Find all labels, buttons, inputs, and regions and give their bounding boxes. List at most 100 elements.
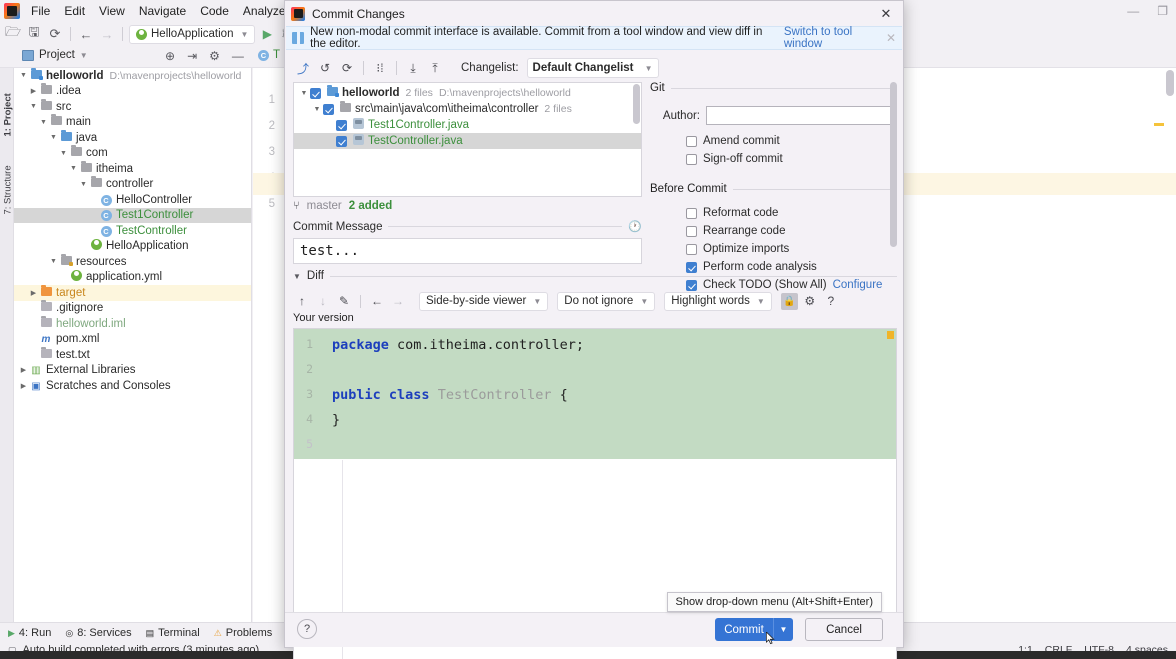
maximize-icon[interactable]: ❐: [1157, 4, 1168, 18]
tree-item-test1controller[interactable]: ▸CTest1Controller: [14, 207, 251, 223]
tree-item-com[interactable]: ▼ com: [14, 145, 251, 162]
commit-button[interactable]: Commit: [715, 618, 773, 641]
changed-file-row[interactable]: Test1Controller.java: [294, 117, 641, 133]
optimize-imports-row[interactable]: Optimize imports: [686, 243, 897, 255]
settings-gear-icon[interactable]: ⚙: [209, 49, 220, 63]
commit-split-button[interactable]: Commit ▼: [715, 618, 793, 641]
forward-arrow-icon[interactable]: →: [98, 25, 116, 43]
project-toolwindow-title[interactable]: Project ▼: [22, 49, 88, 61]
tree-item-resources[interactable]: ▼ resources: [14, 253, 251, 270]
lock-icon[interactable]: 🔒: [780, 292, 798, 310]
file-checkbox[interactable]: [323, 103, 334, 115]
tree-expander-icon[interactable]: ▼: [48, 134, 59, 141]
back-arrow-icon[interactable]: ←: [77, 25, 95, 43]
reformat-code-row[interactable]: Reformat code: [686, 207, 897, 219]
switch-to-tool-window-link[interactable]: Switch to tool window: [784, 26, 886, 50]
vtab-project[interactable]: 1: Project: [3, 93, 14, 136]
menu-file[interactable]: File: [24, 2, 57, 20]
tree-item-helloworld[interactable]: ▼ helloworld D:\mavenprojects\helloworld: [14, 68, 251, 84]
author-input[interactable]: [706, 106, 891, 125]
edit-source-icon[interactable]: ✎: [335, 292, 353, 310]
rearrange-code-checkbox[interactable]: [686, 225, 697, 237]
tree-expander-icon[interactable]: ▶: [28, 289, 39, 297]
tree-expander-icon[interactable]: ▸: [88, 211, 99, 219]
next-diff-icon[interactable]: ↓: [314, 292, 332, 310]
diff-section-header[interactable]: ▼ Diff: [293, 270, 897, 282]
collapse-all-icon[interactable]: ⇥: [187, 49, 197, 63]
vtab-structure[interactable]: 7: Structure: [3, 165, 14, 214]
tree-expander-icon[interactable]: ▼: [68, 165, 79, 172]
close-icon[interactable]: ✕: [875, 4, 897, 24]
revert-icon[interactable]: ⟳: [337, 58, 357, 78]
rearrange-code-row[interactable]: Rearrange code: [686, 225, 897, 237]
tree-expander-icon[interactable]: ▸: [28, 351, 39, 359]
tree-item-target[interactable]: ▶ target: [14, 284, 251, 301]
signoff-commit-checkbox[interactable]: [686, 153, 697, 165]
tree-expander-icon[interactable]: ▸: [88, 227, 99, 235]
amend-commit-row[interactable]: Amend commit: [686, 135, 897, 147]
status-terminal[interactable]: ▤ Terminal: [146, 627, 200, 639]
group-by-icon[interactable]: ⁝⁞: [370, 58, 390, 78]
tree-expander-icon[interactable]: ▸: [28, 304, 39, 312]
tree-item-helloapplication[interactable]: ▸ HelloApplication: [14, 239, 251, 255]
left-arrow-icon[interactable]: ←: [368, 292, 386, 310]
file-expander-icon[interactable]: ▼: [311, 106, 323, 113]
target-icon[interactable]: ⊕: [165, 49, 175, 63]
tree-expander-icon[interactable]: ▸: [28, 320, 39, 328]
tree-expander-icon[interactable]: ▸: [58, 273, 69, 281]
highlight-mode-combobox[interactable]: Highlight words ▼: [664, 291, 772, 311]
menu-edit[interactable]: Edit: [57, 2, 92, 20]
status-services[interactable]: ◎ 8: Services: [65, 627, 131, 639]
tree-expander-icon[interactable]: ▼: [78, 181, 89, 188]
ignore-policy-combobox[interactable]: Do not ignore ▼: [557, 291, 656, 311]
expand-all-icon[interactable]: ⤓: [403, 58, 423, 78]
run-icon[interactable]: ▶: [258, 25, 276, 43]
signoff-commit-row[interactable]: Sign-off commit: [686, 153, 897, 165]
prev-diff-icon[interactable]: ↑: [293, 292, 311, 310]
tree-expander-icon[interactable]: ▸: [78, 242, 89, 250]
tree-item-scratches-and-consoles[interactable]: ▶ ▣ Scratches and Consoles: [14, 378, 251, 394]
commit-dropdown-arrow-icon[interactable]: ▼: [773, 618, 793, 641]
tree-expander-icon[interactable]: ▼: [28, 103, 39, 110]
changed-file-row[interactable]: TestController.java: [294, 133, 641, 149]
tree-item-main[interactable]: ▼ main: [14, 114, 251, 131]
cancel-button[interactable]: Cancel: [805, 618, 883, 641]
run-configuration-selector[interactable]: HelloApplication ▼: [129, 24, 256, 44]
tree-item-test-txt[interactable]: ▸ test.txt: [14, 346, 251, 363]
file-checkbox[interactable]: [336, 119, 347, 131]
tree-expander-icon[interactable]: ▼: [18, 72, 29, 79]
tree-expander-icon[interactable]: ▼: [48, 258, 59, 265]
editor-scrollbar[interactable]: [1166, 70, 1174, 96]
reformat-code-checkbox[interactable]: [686, 207, 697, 219]
tree-item-testcontroller[interactable]: ▸CTestController: [14, 223, 251, 239]
git-panel-scrollbar[interactable]: [890, 82, 897, 247]
menu-view[interactable]: View: [92, 2, 132, 20]
tree-item--idea[interactable]: ▶ .idea: [14, 83, 251, 100]
tree-item-application-yml[interactable]: ▸ application.yml: [14, 270, 251, 286]
tree-item-external-libraries[interactable]: ▶ ▥ External Libraries: [14, 363, 251, 379]
tree-expander-icon[interactable]: ▼: [58, 150, 69, 157]
sync-icon[interactable]: ⟳: [46, 25, 64, 43]
changed-file-row[interactable]: ▼ src\main\java\com\itheima\controller 2 f…: [294, 101, 641, 117]
tree-expander-icon[interactable]: ▼: [38, 119, 49, 126]
changed-files-panel[interactable]: ▼ helloworld 2 files D:\mavenprojects\hello…: [293, 82, 642, 197]
tree-expander-icon[interactable]: ▶: [18, 366, 29, 374]
menu-navigate[interactable]: Navigate: [132, 2, 193, 20]
editor-tab-testcontroller[interactable]: C T: [258, 49, 280, 61]
refresh-changes-icon[interactable]: ⤴: [293, 58, 313, 78]
hide-icon[interactable]: —: [232, 49, 244, 63]
commit-message-input[interactable]: test...: [293, 238, 642, 264]
collapse-all-icon[interactable]: ⤒: [425, 58, 445, 78]
tree-item-java[interactable]: ▼ java: [14, 129, 251, 146]
changed-file-row[interactable]: ▼ helloworld 2 files D:\mavenprojects\hello…: [294, 85, 641, 101]
optimize-imports-checkbox[interactable]: [686, 243, 697, 255]
file-checkbox[interactable]: [336, 135, 347, 147]
tree-item-hellocontroller[interactable]: ▸CHelloController: [14, 192, 251, 208]
tree-item-src[interactable]: ▼ src: [14, 98, 251, 115]
project-tree[interactable]: ▼ helloworld D:\mavenprojects\helloworld ▶.…: [14, 68, 252, 631]
tree-item-pom-xml[interactable]: ▸m pom.xml: [14, 332, 251, 348]
file-expander-icon[interactable]: ▼: [298, 90, 310, 97]
files-scrollbar[interactable]: [633, 84, 640, 124]
save-icon[interactable]: 🖫: [25, 24, 43, 43]
status-run[interactable]: ▶ 4: Run: [8, 627, 51, 639]
